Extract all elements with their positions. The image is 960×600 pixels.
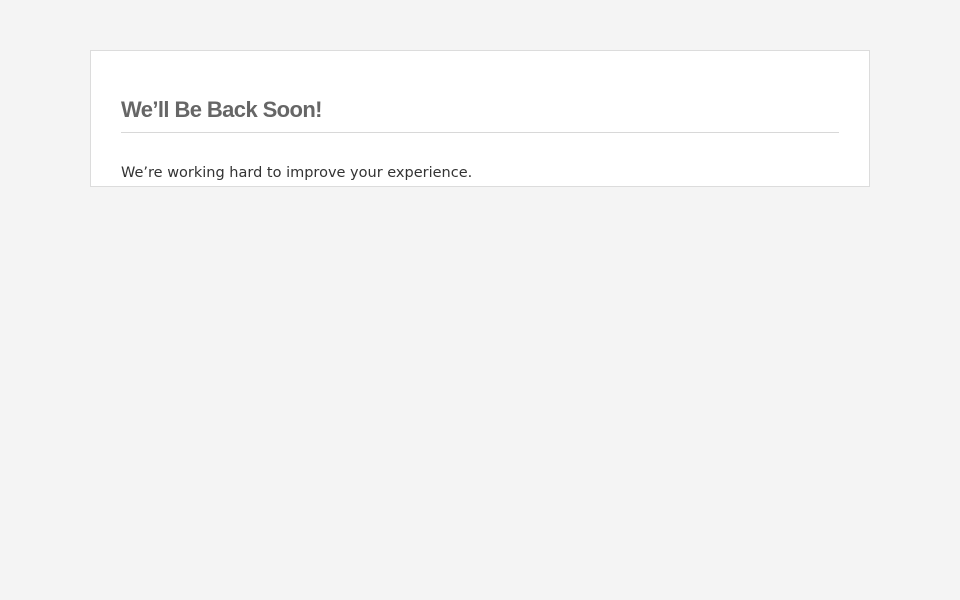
title-divider: [121, 132, 839, 133]
page-title: We’ll Be Back Soon!: [121, 97, 323, 122]
maintenance-message: We’re working hard to improve your exper…: [121, 165, 473, 181]
maintenance-card: We’ll Be Back Soon! We’re working hard t…: [90, 50, 870, 187]
